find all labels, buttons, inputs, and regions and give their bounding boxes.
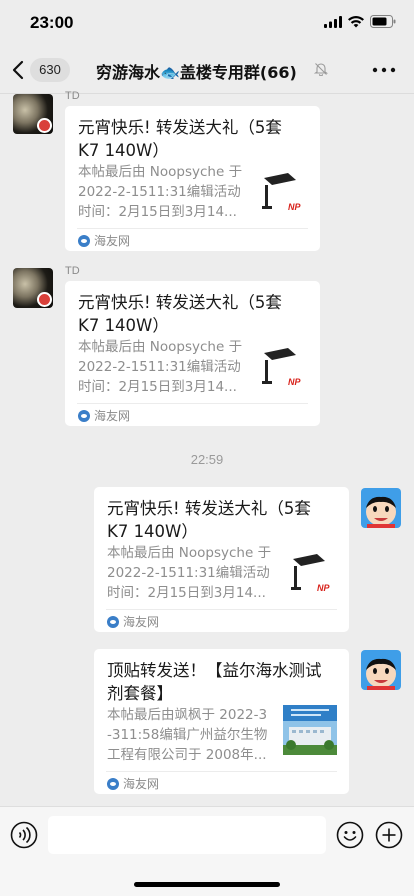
mute-bell-icon [314,63,328,76]
card-title: 元宵快乐! 转发送大礼（5套 K7 140W） [78,118,282,160]
back-button[interactable]: 630 [12,58,70,82]
chat-title: 穷游海水🐟盖楼专用群(66) [96,63,297,82]
status-bar: 23:00 [0,0,414,46]
link-card-message[interactable]: 顶贴转发送！【益尔海水测试 剂套餐】 本帖最后由飒枫于 2022-3 -311:… [94,649,349,794]
svg-text:NP: NP [317,583,330,593]
link-card-message[interactable]: 元宵快乐! 转发送大礼（5套 K7 140W） 本帖最后由 Noopsyche … [65,281,320,426]
card-title: 顶贴转发送！【益尔海水测试 剂套餐】 [107,661,322,703]
product-light-thumbnail: NP [254,168,308,218]
source-app-icon [78,409,90,422]
svg-text:NP: NP [288,377,301,387]
card-description: 本帖最后由飒枫于 2022-3 -311:58编辑广州益尔生物 工程有限公司于 … [107,707,268,763]
card-source: 海友网 [107,613,159,630]
source-app-icon [107,777,119,790]
card-divider [106,609,337,610]
source-app-icon [78,234,90,247]
card-source-label: 海友网 [94,234,131,248]
emoji-icon[interactable] [336,821,364,849]
avatar-badge [37,118,52,133]
card-divider [77,228,308,229]
product-light-thumbnail: NP [283,549,337,599]
building-photo-thumbnail [283,705,337,755]
message-text-input[interactable] [48,816,326,854]
card-source: 海友网 [78,232,130,249]
card-description: 本帖最后由 Noopsyche 于 2022-2-1511:31编辑活动 时间：… [78,164,243,220]
card-source-label: 海友网 [94,409,131,423]
self-avatar[interactable] [361,488,401,528]
home-indicator[interactable] [134,882,280,887]
more-options-icon[interactable] [370,58,398,82]
link-card-message[interactable]: 元宵快乐! 转发送大礼（5套 K7 140W） 本帖最后由 Noopsyche … [94,487,349,632]
product-light-thumbnail: NP [254,343,308,393]
card-source: 海友网 [78,407,130,424]
wifi-icon [348,15,364,27]
status-time: 23:00 [30,13,74,32]
voice-input-icon[interactable] [10,821,38,849]
svg-text:NP: NP [288,202,301,212]
card-description: 本帖最后由 Noopsyche 于 2022-2-1511:31编辑活动 时间：… [107,545,272,601]
card-divider [106,771,337,772]
card-source: 海友网 [107,775,159,792]
battery-icon [370,15,396,28]
source-app-icon [107,615,119,628]
card-source-label: 海友网 [123,615,160,629]
message-timestamp: 22:59 [190,452,224,467]
plus-icon[interactable] [375,821,403,849]
card-title: 元宵快乐! 转发送大礼（5套 K7 140W） [107,499,311,541]
signal-icon [324,15,342,28]
status-icons [324,15,396,28]
link-card-message[interactable]: 元宵快乐! 转发送大礼（5套 K7 140W） 本帖最后由 Noopsyche … [65,106,320,251]
sender-avatar[interactable] [13,94,53,134]
card-title: 元宵快乐! 转发送大礼（5套 K7 140W） [78,293,282,335]
card-divider [77,403,308,404]
chevron-left-icon [12,60,24,80]
sender-name: TD [65,265,80,277]
avatar-badge [37,292,52,307]
card-source-label: 海友网 [123,777,160,791]
sender-name: TD [65,90,80,102]
self-avatar[interactable] [361,650,401,690]
card-description: 本帖最后由 Noopsyche 于 2022-2-1511:31编辑活动 时间：… [78,339,243,395]
sender-avatar[interactable] [13,268,53,308]
unread-count-badge: 630 [30,58,70,82]
chat-header: 630 穷游海水🐟盖楼专用群(66) [0,46,414,94]
